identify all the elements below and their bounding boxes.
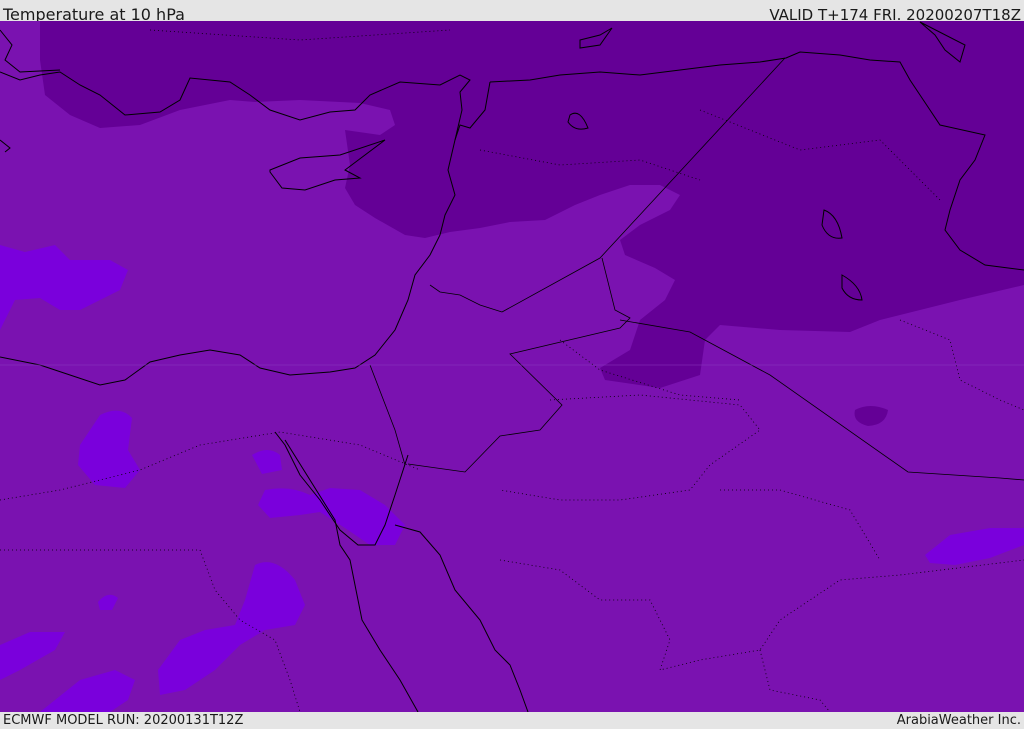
credit-label: ArabiaWeather Inc.: [896, 713, 1021, 728]
model-run-label: ECMWF MODEL RUN: 20200131T12Z: [3, 713, 244, 728]
temperature-map: [0, 21, 1024, 712]
footer-bar: ECMWF MODEL RUN: 20200131T12Z ArabiaWeat…: [0, 712, 1024, 729]
header-bar: Temperature at 10 hPa VALID T+174 FRI. 2…: [0, 0, 1024, 24]
